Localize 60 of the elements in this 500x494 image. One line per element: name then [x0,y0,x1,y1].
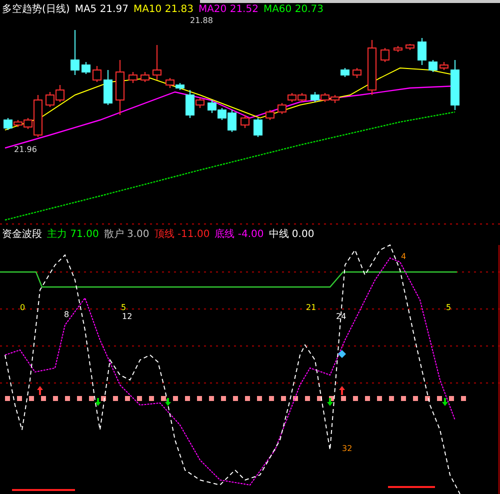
indicator-title: 资金波段 [2,229,42,241]
candlestick [56,84,64,102]
legend-label: 中线 0.00 [268,229,314,241]
candlestick [380,48,390,62]
candlestick [128,72,138,84]
legend-label: MA10 21.83 [133,4,194,16]
signal-label: 21 [306,303,316,312]
candlestick [70,30,80,76]
candlestick [254,118,262,138]
signal-label: 24 [336,312,346,321]
signal-label: 12 [122,312,132,321]
candlestick [330,94,340,104]
signal-label: 32 [342,444,352,453]
candlestick [82,62,90,74]
legend-label: 主力 71.00 [47,229,99,241]
candlestick [266,110,274,120]
signal-label: 4 [401,252,406,261]
candlestick [394,46,402,52]
legend-label: MA5 21.97 [74,4,128,16]
candlestick [92,66,102,82]
candlestick [240,114,250,128]
candlestick [428,60,438,72]
signal-label: 0 [20,303,26,312]
legend-label: MA20 21.52 [198,4,258,16]
legend-label: MA60 20.73 [263,4,324,16]
down-arrow-icon [165,398,171,406]
down-arrow-icon [442,398,448,406]
candlestick [278,102,286,114]
candlestick [320,92,330,102]
legend-label: 顶线 -11.00 [154,229,210,241]
candlestick [166,78,174,88]
chart-title: 多空趋势(日线) [2,4,70,16]
candlestick [288,92,296,102]
candlestick [298,92,306,102]
signal-label: 5 [446,303,452,312]
signal-label: 8 [64,310,70,319]
candlestick [104,70,112,106]
down-arrow-icon [327,398,333,406]
candlestick [208,100,216,114]
legend-label: 散户 3.00 [104,229,150,241]
down-arrow-icon [95,398,101,406]
candlestick [340,68,350,78]
candlestick [418,38,426,66]
candlestick [140,72,150,82]
candlestick [368,40,376,96]
candlestick [116,60,124,116]
candlestick [352,68,362,78]
signal-label: 5 [121,303,126,312]
legend-label: 底线 -4.00 [214,229,264,241]
up-arrow-icon [37,386,43,395]
candlestick [406,44,414,50]
candlestick [152,44,162,80]
up-arrow-icon [339,386,345,395]
candlestick [310,92,320,102]
price-label: 21.88 [190,16,213,25]
candlestick [440,62,448,70]
diamond-icon [338,350,346,358]
price-label: 21.96 [14,145,37,154]
candlestick [46,92,54,108]
candlestick [450,60,460,110]
